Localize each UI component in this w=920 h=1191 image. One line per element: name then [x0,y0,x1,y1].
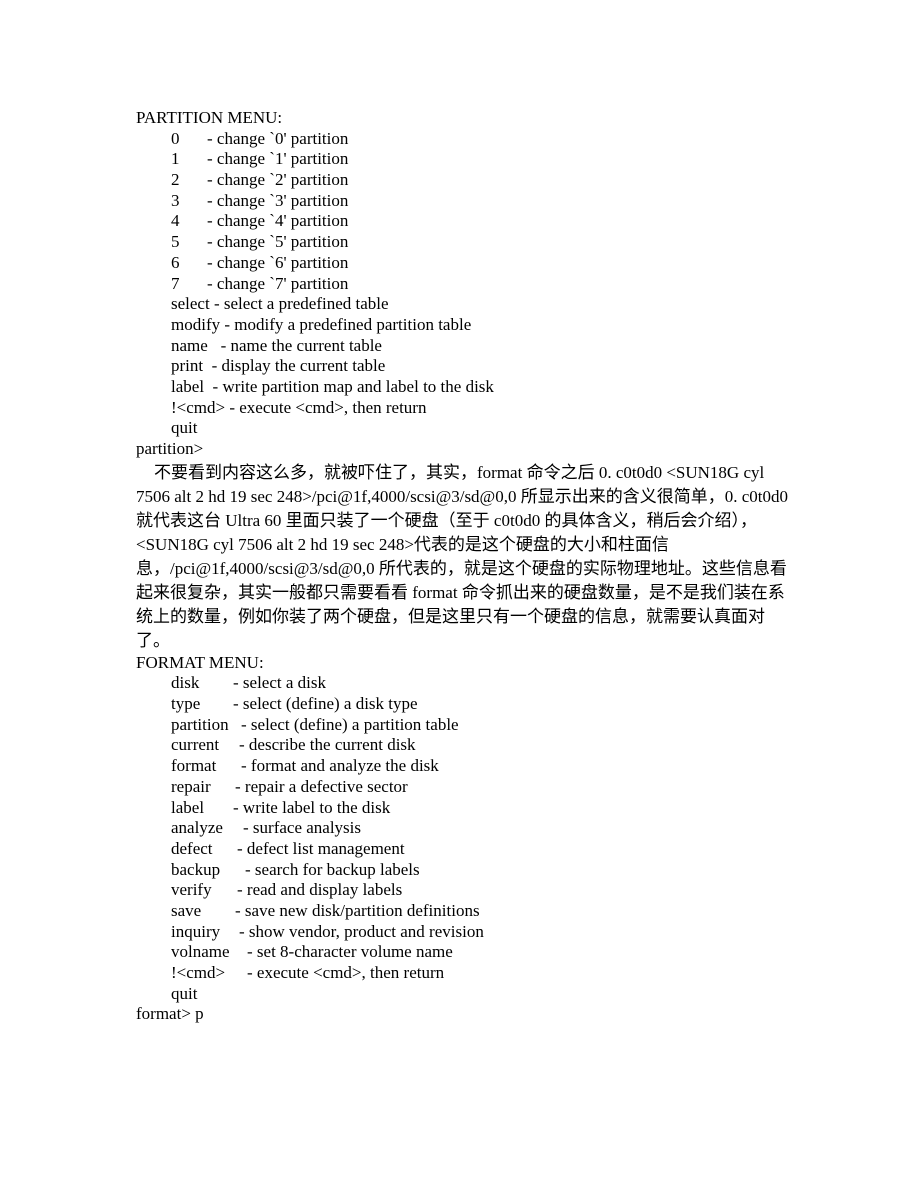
partition-menu-title: PARTITION MENU: [136,108,283,127]
item-key: save [171,900,202,920]
format-menu-title: FORMAT MENU: [136,652,264,672]
item-description: - format and analyze the disk [241,756,439,776]
partition-menu-item: 0 - change `0' partition [136,129,796,150]
item-key: verify [171,880,212,900]
item-description: - change `2' partition [207,170,349,190]
item-description: - save new disk/partition definitions [235,900,480,920]
item-key: 3 [171,190,180,210]
item-key: repair [171,776,211,796]
partition-command-item: print - display the current table [171,356,386,376]
format-menu-item: label - write label to the disk [136,798,796,819]
partition-numbered-list: 0 - change `0' partition 1 - change `1' par… [136,129,796,295]
item-key: defect [171,838,213,858]
item-key: 2 [171,170,180,190]
item-description: - set 8-character volume name [247,942,453,962]
format-menu-item: partition - select (define) a partition t… [136,715,796,736]
item-key: 0 [171,128,180,148]
item-description: - select (define) a partition table [241,714,459,734]
format-menu-item: volname - set 8-character volume name [136,942,796,963]
item-description: - change `1' partition [207,149,349,169]
item-description: - defect list management [237,838,405,858]
partition-command-item: modify - modify a predefined partition t… [171,314,472,334]
partition-command-item: name - name the current table [171,335,382,355]
item-key: 7 [171,273,180,293]
partition-menu-item: 3 - change `3' partition [136,191,796,212]
item-description: - repair a defective sector [235,776,408,796]
item-description: - read and display labels [237,880,403,900]
item-description: - change `3' partition [207,190,349,210]
format-menu-item: !<cmd> - execute <cmd>, then return [136,963,796,984]
partition-menu-item: 4 - change `4' partition [136,211,796,232]
item-description: - describe the current disk [239,735,416,755]
item-key: label [171,797,205,817]
item-description: - surface analysis [243,818,362,838]
partition-menu-item: 6 - change `6' partition [136,253,796,274]
item-key: type [171,694,201,714]
partition-command-item: label - write partition map and label to… [171,376,494,396]
partition-command-item: !<cmd> - execute <cmd>, then return [171,397,427,417]
explanation-paragraph: 不要看到内容这么多，就被吓住了，其实，format 命令之后 0. c0t0d0… [136,462,788,650]
item-description: - search for backup labels [245,859,420,879]
format-menu-list: disk - select a disk type - select (define)… [136,673,796,1004]
item-description: - change `6' partition [207,252,349,272]
item-key: format [171,756,217,776]
format-menu-item: verify - read and display labels [136,880,796,901]
item-description: - select a disk [233,673,326,693]
item-key: partition [171,714,229,734]
item-key: disk [171,673,200,693]
item-key: 5 [171,232,180,252]
item-key: 4 [171,211,180,231]
item-description: - write label to the disk [233,797,391,817]
item-description: - show vendor, product and revision [239,921,484,941]
item-key: quit [171,983,198,1003]
item-key: analyze [171,818,223,838]
item-description: - select (define) a disk type [233,694,418,714]
format-menu-item: save - save new disk/partition definition… [136,901,796,922]
format-menu-item: backup - search for backup labels [136,860,796,881]
item-description: - execute <cmd>, then return [247,963,445,982]
format-menu-item: quit [136,984,796,1005]
item-description: - change `4' partition [207,211,349,231]
partition-command-item: quit [171,418,198,438]
item-key: current [171,735,220,755]
format-prompt: format> p [136,1004,204,1024]
format-menu-item: current - describe the current disk [136,735,796,756]
format-menu-item: disk - select a disk [136,673,796,694]
format-menu-item: defect - defect list management [136,839,796,860]
item-description: - change `7' partition [207,273,349,293]
partition-prompt: partition> [136,439,204,458]
item-key: 6 [171,252,180,272]
format-menu-item: format - format and analyze the disk [136,756,796,777]
item-key: !<cmd> [171,963,226,982]
format-menu-item: repair - repair a defective sector [136,777,796,798]
item-description: - change `5' partition [207,232,349,252]
partition-command-list: select - select a predefined table modify… [136,294,796,439]
partition-menu-item: 5 - change `5' partition [136,232,796,253]
partition-menu-item: 7 - change `7' partition [136,274,796,295]
partition-command-item: select - select a predefined table [171,294,389,314]
item-key: 1 [171,149,180,169]
document-page: PARTITION MENU: 0- change `0' partition 1… [136,108,796,1025]
format-menu-item: inquiry - show vendor, product and revisi… [136,922,796,943]
item-key: backup [171,859,221,879]
format-menu-item: analyze - surface analysis [136,818,796,839]
format-menu-item: type - select (define) a disk type [136,694,796,715]
partition-menu-item: 1 - change `1' partition [136,149,796,170]
partition-menu-item: 2 - change `2' partition [136,170,796,191]
item-key: inquiry [171,921,221,941]
item-key: volname [171,942,230,962]
item-description: - change `0' partition [207,128,349,148]
